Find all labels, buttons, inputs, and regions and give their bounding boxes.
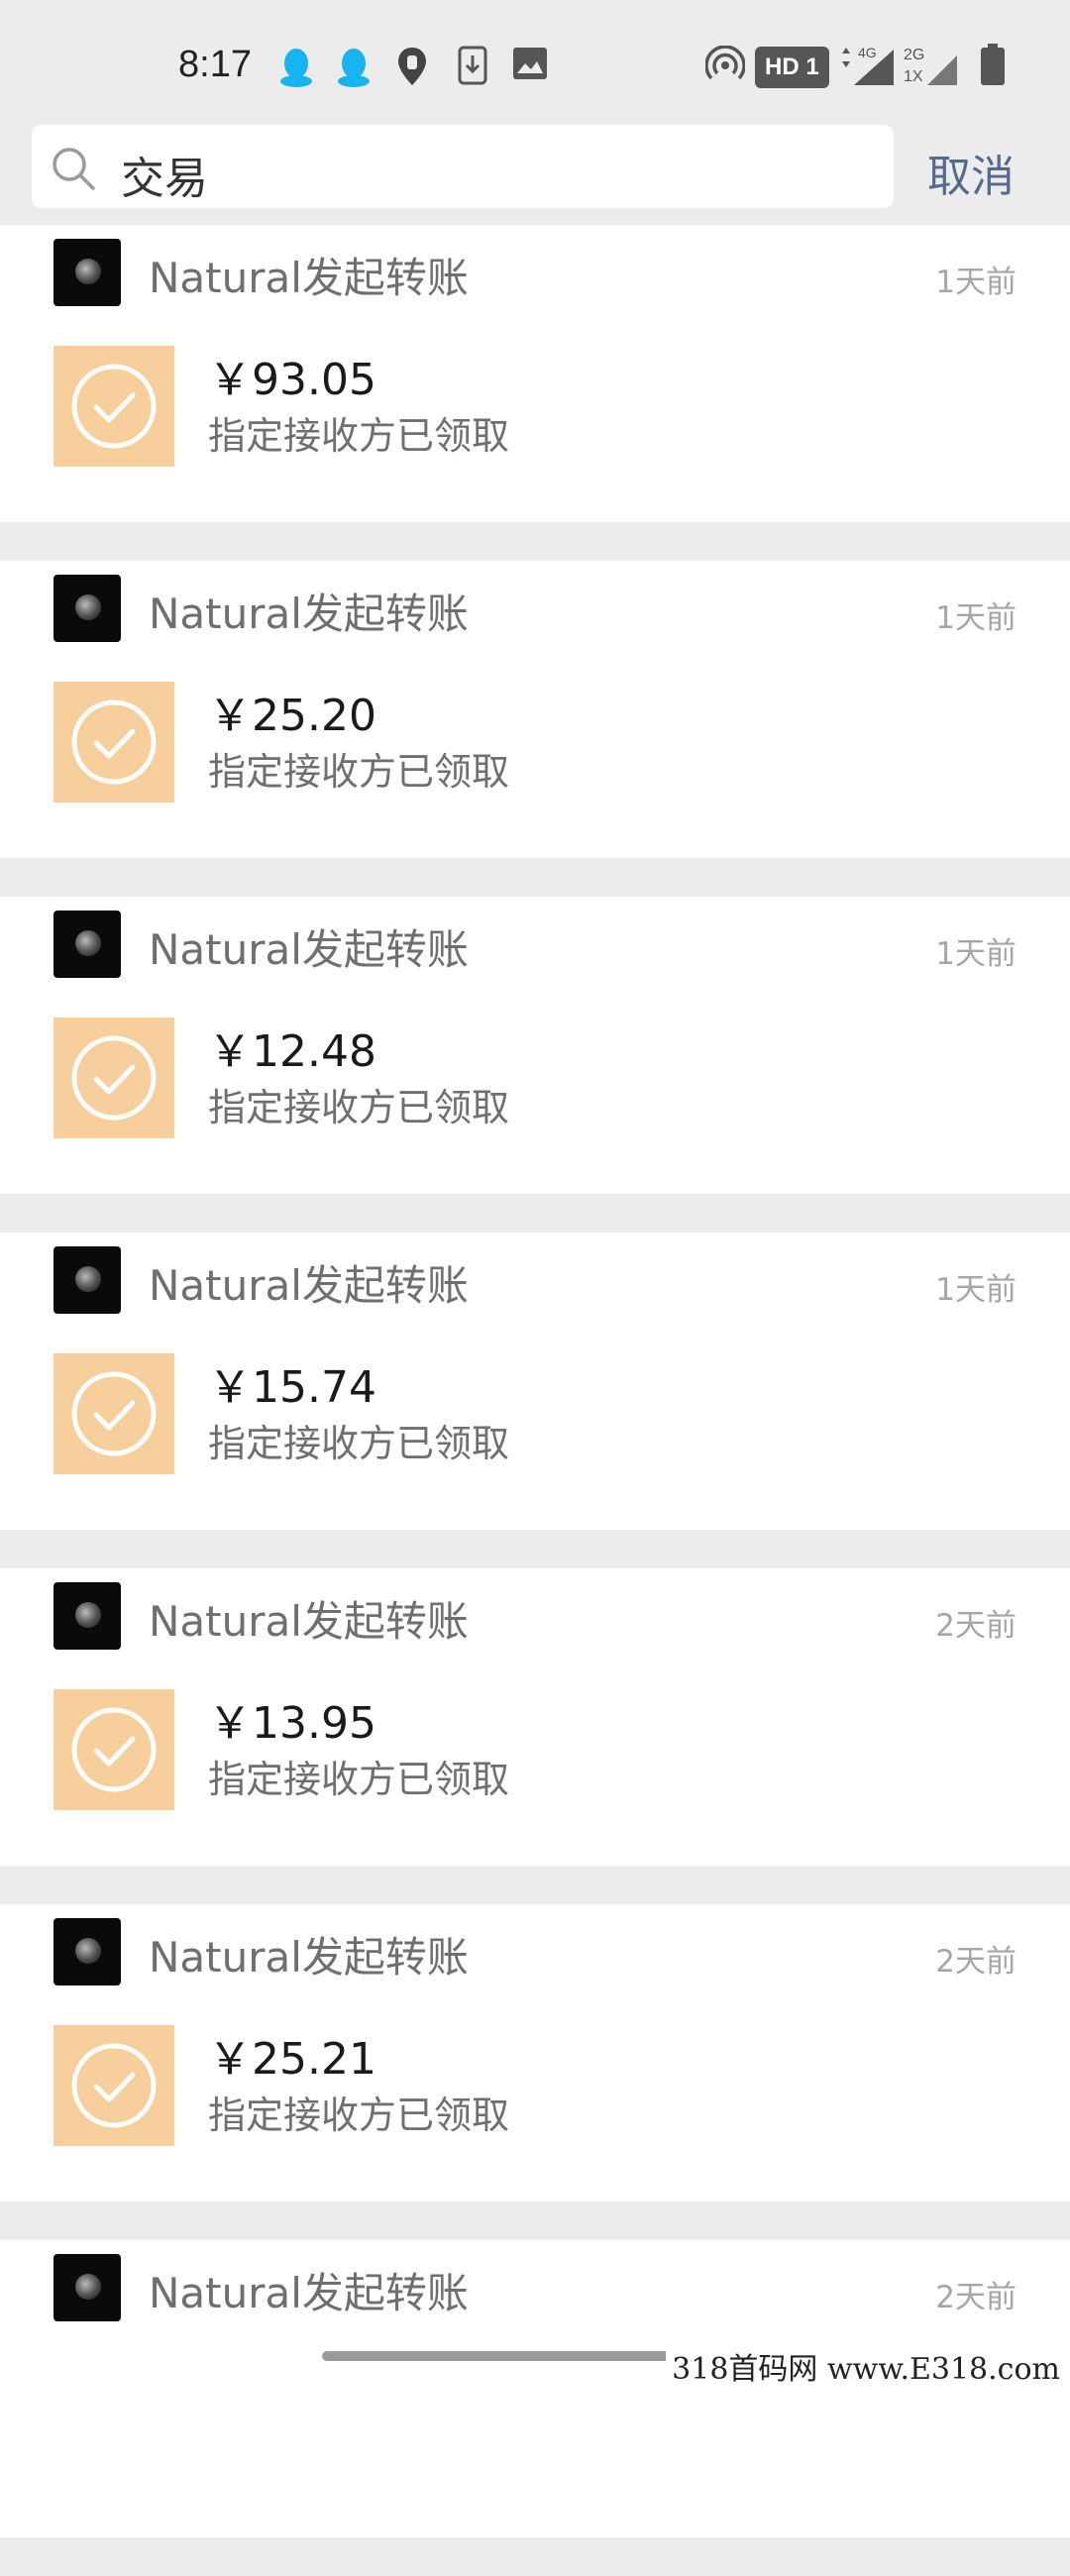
watermark: 318首码网 www.E318.com (666, 2344, 1066, 2388)
transaction-amount: ￥15.74 (208, 1362, 376, 1413)
battery-icon (979, 44, 1007, 91)
transaction-amount: ￥13.95 (208, 1698, 376, 1749)
transaction-title: Natural发起转账 (149, 1261, 469, 1310)
transaction-amount: ￥25.21 (208, 2034, 376, 2085)
list-item[interactable]: Natural发起转账 1天前 ￥15.74 指定接收方已领取 (0, 1233, 1070, 1530)
image-icon (511, 46, 549, 85)
avatar (54, 575, 121, 642)
signal-2g-icon: 2G 1X (902, 44, 959, 91)
search-input[interactable]: 交易 (32, 125, 894, 208)
search-query: 交易 (121, 154, 208, 204)
svg-text:2G: 2G (904, 47, 924, 63)
avatar (54, 1246, 121, 1314)
transaction-title: Natural发起转账 (149, 254, 469, 302)
status-time: 8:17 (178, 44, 252, 85)
transaction-time: 1天前 (935, 600, 1016, 636)
transfer-received-icon (54, 1689, 174, 1810)
list-item[interactable]: Natural发起转账 2天前 (0, 2240, 1070, 2537)
transaction-time: 1天前 (935, 936, 1016, 972)
avatar (54, 2254, 121, 2321)
search-icon (50, 145, 97, 196)
svg-text:1X: 1X (904, 68, 923, 85)
transaction-title: Natural发起转账 (149, 925, 469, 974)
hotspot-icon (704, 45, 746, 89)
svg-text:4G: 4G (858, 45, 877, 60)
status-bar: 8:17 HD 1 4G 2G 1X (0, 0, 1070, 119)
transaction-status: 指定接收方已领取 (208, 2093, 510, 2137)
transaction-title: Natural发起转账 (149, 1933, 469, 1982)
list-item[interactable]: Natural发起转账 1天前 ￥93.05 指定接收方已领取 (0, 225, 1070, 522)
avatar (54, 1582, 121, 1650)
avatar (54, 239, 121, 306)
list-item[interactable]: Natural发起转账 2天前 ￥25.21 指定接收方已领取 (0, 1904, 1070, 2201)
transaction-time: 2天前 (935, 1608, 1016, 1644)
transfer-received-icon (54, 1353, 174, 1474)
transaction-list: Natural发起转账 1天前 ￥93.05 指定接收方已领取 Natural发… (0, 225, 1070, 2576)
download-icon (458, 46, 487, 89)
transaction-status: 指定接收方已领取 (208, 414, 510, 458)
transfer-received-icon (54, 346, 174, 467)
qq-icon (277, 46, 315, 93)
transaction-title: Natural发起转账 (149, 1597, 469, 1646)
avatar (54, 911, 121, 978)
qq-icon (335, 46, 373, 93)
transaction-title: Natural发起转账 (149, 2269, 469, 2317)
transaction-amount: ￥12.48 (208, 1026, 376, 1077)
list-item[interactable]: Natural发起转账 1天前 ￥12.48 指定接收方已领取 (0, 897, 1070, 1194)
search-bar: 交易 取消 (0, 119, 1070, 233)
transaction-status: 指定接收方已领取 (208, 1086, 510, 1129)
transaction-time: 2天前 (935, 1944, 1016, 1980)
cancel-button[interactable]: 取消 (927, 141, 1015, 204)
transfer-received-icon (54, 682, 174, 803)
transaction-status: 指定接收方已领取 (208, 750, 510, 794)
transaction-status: 指定接收方已领取 (208, 1422, 510, 1465)
transaction-amount: ￥93.05 (208, 355, 376, 405)
location-icon (394, 46, 430, 91)
list-item[interactable]: Natural发起转账 1天前 ￥25.20 指定接收方已领取 (0, 561, 1070, 858)
signal-4g-icon: 4G (840, 44, 896, 91)
transaction-time: 1天前 (935, 265, 1016, 300)
transaction-time: 1天前 (935, 1272, 1016, 1308)
transaction-title: Natural发起转账 (149, 590, 469, 638)
avatar (54, 1918, 121, 1986)
transaction-time: 2天前 (935, 2280, 1016, 2315)
hd-badge: HD 1 (755, 47, 829, 88)
transaction-amount: ￥25.20 (208, 691, 376, 741)
transaction-status: 指定接收方已领取 (208, 1758, 510, 1801)
transfer-received-icon (54, 2025, 174, 2146)
list-item[interactable]: Natural发起转账 2天前 ￥13.95 指定接收方已领取 (0, 1568, 1070, 1866)
transfer-received-icon (54, 1018, 174, 1138)
